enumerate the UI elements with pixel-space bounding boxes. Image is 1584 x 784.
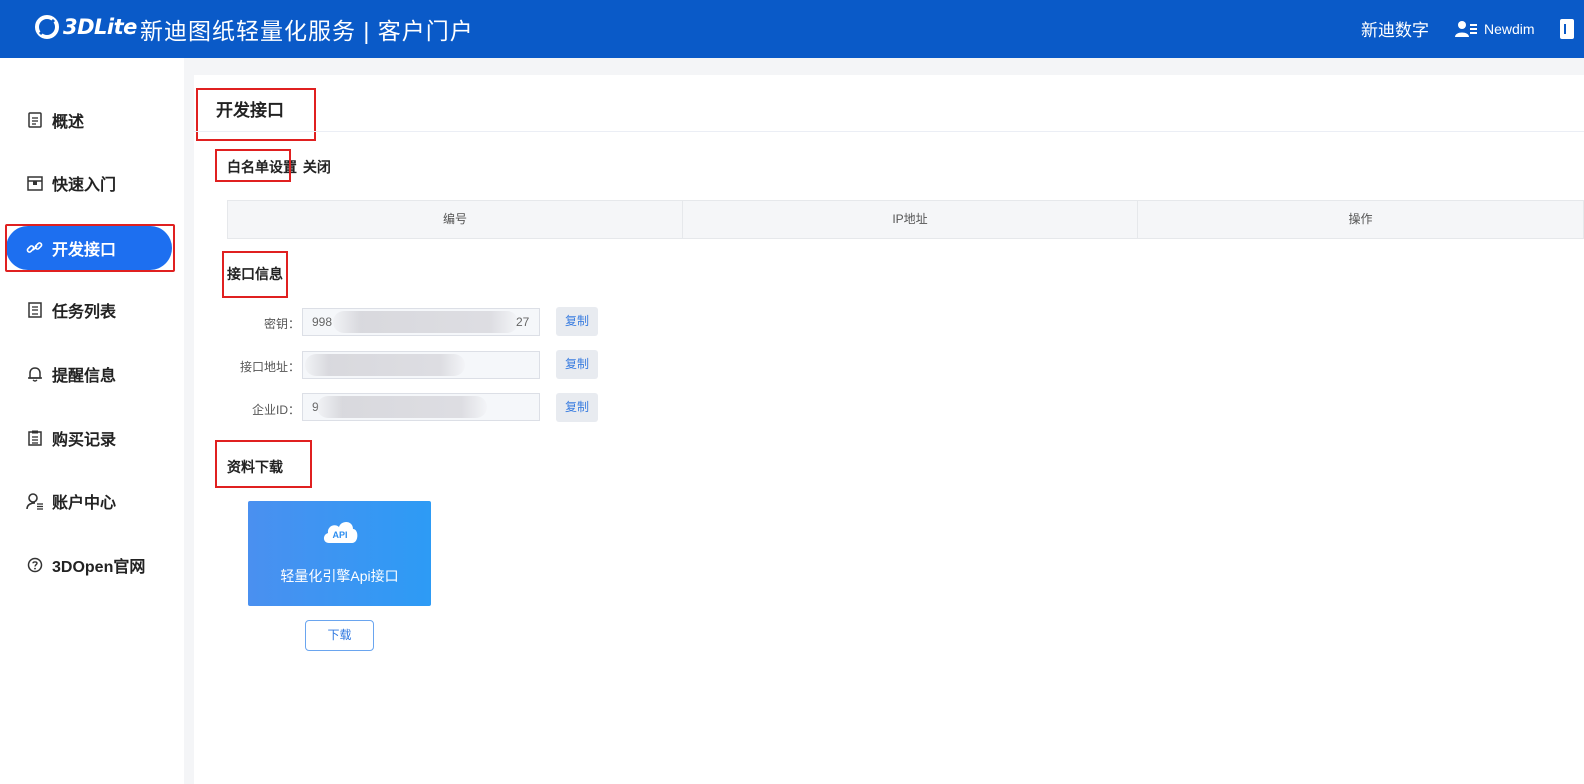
list-icon bbox=[26, 301, 44, 319]
cloud-api-icon: API bbox=[323, 521, 358, 543]
header-right: 新迪数字 Newdim bbox=[1361, 16, 1535, 41]
sidebar-item-label: 账户中心 bbox=[52, 495, 117, 512]
cloud-api-text: API bbox=[332, 530, 347, 540]
link-icon bbox=[26, 239, 44, 257]
document-icon bbox=[26, 111, 44, 129]
box-icon bbox=[26, 174, 44, 192]
logo-mark-icon bbox=[34, 14, 60, 40]
sidebar-item-label: 3DOpen官网 bbox=[52, 559, 146, 576]
sidebar: 概述 快速入门 开发接口 任务列表 提醒信息 购买记录 账户中心 3DOpen官… bbox=[0, 58, 184, 784]
api-address-label: 接口地址： bbox=[239, 360, 300, 374]
copy-api-address-button[interactable]: 复制 bbox=[556, 350, 598, 379]
sidebar-item-3dopen[interactable]: 3DOpen官网 bbox=[6, 543, 172, 587]
sidebar-item-label: 购买记录 bbox=[52, 432, 117, 449]
api-info-label: 接口信息 bbox=[227, 266, 283, 282]
sidebar-item-label: 概述 bbox=[52, 114, 85, 131]
table-header-action: 操作 bbox=[1348, 212, 1373, 226]
app-title: 新迪图纸轻量化服务 | 客户门户 bbox=[140, 18, 474, 44]
api-address-field[interactable] bbox=[302, 351, 540, 379]
copy-enterprise-id-button[interactable]: 复制 bbox=[556, 393, 598, 422]
sidebar-item-label: 快速入门 bbox=[52, 177, 117, 194]
api-sdk-card[interactable]: API 轻量化引擎Api接口 bbox=[248, 501, 431, 606]
clipboard-icon bbox=[26, 429, 44, 447]
sidebar-item-quickstart[interactable]: 快速入门 bbox=[6, 161, 172, 205]
top-header: 3DLite 新迪图纸轻量化服务 | 客户门户 新迪数字 Newdim bbox=[0, 0, 1584, 58]
whitelist-status[interactable]: 关闭 bbox=[303, 159, 331, 175]
help-circle-icon bbox=[26, 556, 44, 574]
copy-secret-key-button[interactable]: 复制 bbox=[556, 307, 598, 336]
main-panel: 开发接口 白名单设置 关闭 编号 IP地址 操作 接口信息 密钥： 998 27… bbox=[194, 75, 1584, 784]
sidebar-item-reminders[interactable]: 提醒信息 bbox=[6, 352, 172, 396]
download-button[interactable]: 下载 bbox=[305, 620, 374, 651]
company-name[interactable]: 新迪数字 bbox=[1361, 16, 1429, 41]
redaction-mask bbox=[333, 311, 518, 333]
whitelist-label: 白名单设置 bbox=[227, 159, 297, 175]
sidebar-item-label: 开发接口 bbox=[52, 242, 117, 259]
user-icon bbox=[1455, 20, 1477, 37]
sidebar-item-overview[interactable]: 概述 bbox=[6, 98, 172, 142]
api-sdk-card-label: 轻量化引擎Api接口 bbox=[280, 568, 399, 584]
downloads-label: 资料下载 bbox=[227, 459, 283, 475]
sidebar-item-label: 提醒信息 bbox=[52, 368, 117, 385]
logout-icon[interactable] bbox=[1560, 19, 1574, 39]
enterprise-id-label: 企业ID： bbox=[251, 403, 300, 417]
title-divider bbox=[194, 131, 1584, 132]
user-name: Newdim bbox=[1484, 20, 1535, 37]
secret-key-value-end: 27 bbox=[516, 315, 530, 329]
sidebar-item-account[interactable]: 账户中心 bbox=[6, 479, 172, 523]
sidebar-item-label: 任务列表 bbox=[52, 304, 117, 321]
table-header-id: 编号 bbox=[228, 201, 683, 238]
sidebar-item-task-list[interactable]: 任务列表 bbox=[6, 288, 172, 332]
user-settings-icon bbox=[26, 492, 44, 510]
whitelist-table: 编号 IP地址 操作 bbox=[227, 200, 1584, 239]
user-menu[interactable]: Newdim bbox=[1455, 20, 1535, 38]
sidebar-item-dev-api[interactable]: 开发接口 bbox=[5, 224, 175, 272]
brand-logo[interactable]: 3DLite bbox=[34, 10, 137, 44]
secret-key-label: 密钥： bbox=[263, 317, 300, 331]
enterprise-id-field[interactable]: 9 bbox=[302, 393, 540, 421]
whitelist-section: 白名单设置 关闭 bbox=[227, 157, 331, 177]
secret-key-field[interactable]: 998 27 bbox=[302, 308, 540, 336]
secret-key-value-start: 998 bbox=[312, 315, 333, 329]
bell-icon bbox=[26, 365, 44, 383]
page-title: 开发接口 bbox=[216, 101, 284, 120]
sidebar-item-purchases[interactable]: 购买记录 bbox=[6, 416, 172, 460]
redaction-mask bbox=[317, 396, 487, 418]
redaction-mask bbox=[305, 354, 465, 376]
logo-text: 3DLite bbox=[63, 15, 137, 39]
table-header-ip: IP地址 bbox=[683, 201, 1138, 238]
